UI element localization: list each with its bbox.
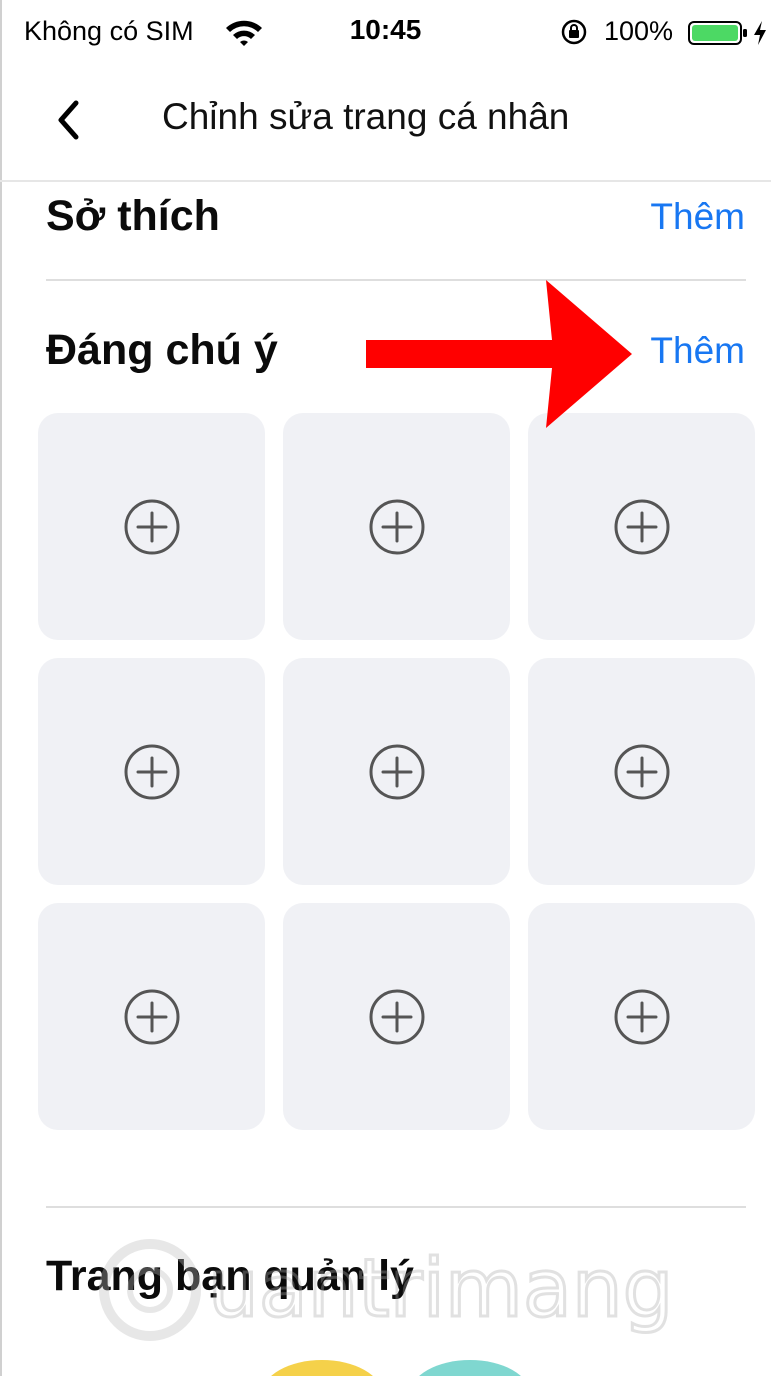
featured-photo-tile[interactable]: [528, 413, 755, 640]
pages-avatar-row: [0, 1360, 771, 1376]
featured-photo-tile[interactable]: [528, 658, 755, 885]
featured-photo-tile[interactable]: [283, 413, 510, 640]
bolt-icon: [754, 21, 766, 45]
watermark-logo: uantrimang: [99, 1239, 670, 1341]
rotation-lock-icon: [561, 19, 587, 45]
status-bar: Không có SIM 10:45 100%: [0, 0, 771, 64]
divider: [46, 1206, 746, 1208]
featured-photo-tile[interactable]: [38, 903, 265, 1130]
page-title: Chỉnh sửa trang cá nhân: [162, 96, 570, 137]
battery-icon: [688, 21, 747, 45]
chevron-left-icon: [58, 100, 79, 140]
featured-photo-tile[interactable]: [38, 658, 265, 885]
featured-add-link[interactable]: Thêm: [650, 330, 745, 372]
featured-photo-tile[interactable]: [528, 903, 755, 1130]
battery-percent: 100%: [604, 16, 674, 46]
back-button[interactable]: [44, 92, 92, 148]
plus-circle-icon: [124, 744, 179, 799]
hobbies-add-link[interactable]: Thêm: [650, 196, 745, 238]
featured-photo-grid: [38, 413, 756, 1130]
annotation-arrow: [366, 280, 632, 428]
plus-circle-icon: [124, 499, 179, 554]
plus-circle-icon: [369, 744, 424, 799]
plus-circle-icon: [614, 499, 669, 554]
section-title-featured: Đáng chú ý: [46, 326, 278, 374]
plus-circle-icon: [614, 989, 669, 1044]
avatar: [271, 1360, 521, 1376]
watermark-text: uantrimang: [208, 1242, 670, 1335]
plus-circle-icon: [614, 744, 669, 799]
plus-circle-icon: [369, 989, 424, 1044]
featured-photo-tile[interactable]: [38, 413, 265, 640]
plus-circle-icon: [369, 499, 424, 554]
featured-photo-tile[interactable]: [283, 658, 510, 885]
featured-photo-tile[interactable]: [283, 903, 510, 1130]
section-title-hobbies: Sở thích: [46, 192, 220, 240]
nav-bar: Chỉnh sửa trang cá nhân: [0, 64, 771, 182]
plus-circle-icon: [124, 989, 179, 1044]
